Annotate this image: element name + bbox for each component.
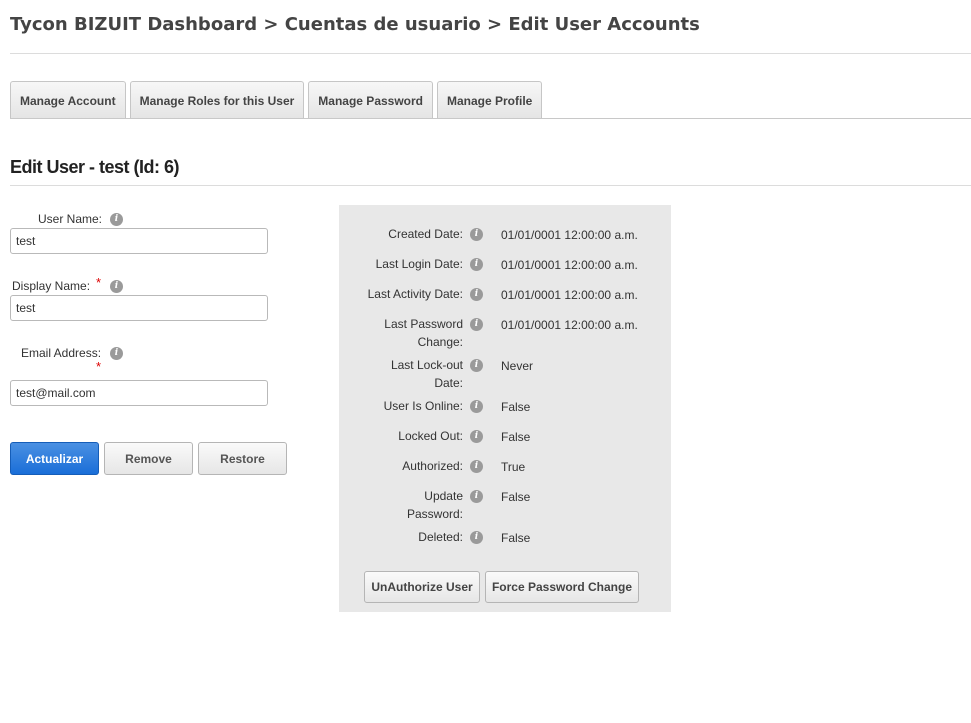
detail-label: Date: (434, 376, 463, 390)
detail-value: 01/01/0001 12:00:00 a.m. (501, 318, 638, 332)
detail-label: Last Activity Date: (367, 287, 463, 301)
username-label: User Name: (38, 212, 103, 226)
tab-manage-password[interactable]: Manage Password (308, 81, 433, 119)
info-icon[interactable]: i (110, 280, 123, 293)
detail-label: Password: (406, 507, 463, 521)
title-divider (10, 185, 971, 186)
detail-value: True (501, 460, 526, 474)
tab-divider (10, 118, 971, 119)
username-field[interactable] (10, 228, 268, 254)
info-icon[interactable]: i (470, 258, 483, 271)
page-title: Edit User - test (Id: 6) (10, 157, 180, 177)
tab-bar: Manage Account Manage Roles for this Use… (10, 81, 543, 119)
force-password-change-button[interactable]: Force Password Change (485, 571, 639, 603)
info-icon[interactable]: i (470, 228, 483, 241)
update-button[interactable]: Actualizar (10, 442, 99, 475)
info-icon[interactable]: i (470, 430, 483, 443)
detail-value: False (501, 400, 531, 414)
detail-value: False (501, 531, 531, 545)
detail-label: Locked Out: (398, 429, 463, 443)
header-divider (10, 53, 971, 54)
detail-label: Update (424, 489, 463, 503)
detail-label: Last Lock-out (390, 358, 463, 372)
displayname-field[interactable] (10, 295, 268, 321)
info-icon[interactable]: i (470, 531, 483, 544)
tab-manage-account[interactable]: Manage Account (10, 81, 126, 119)
detail-label: Created Date: (388, 227, 463, 241)
info-icon[interactable]: i (470, 318, 483, 331)
breadcrumb: Tycon BIZUIT Dashboard > Cuentas de usua… (10, 14, 700, 35)
detail-label: Change: (417, 335, 463, 349)
info-icon[interactable]: i (470, 400, 483, 413)
detail-value: False (501, 430, 531, 444)
tab-manage-roles[interactable]: Manage Roles for this User (129, 81, 305, 119)
detail-label: Last Login Date: (375, 257, 463, 271)
detail-label: Deleted: (418, 530, 463, 544)
detail-label: Last Password (384, 317, 463, 331)
detail-value: False (501, 490, 531, 504)
required-marker: * (96, 275, 102, 290)
info-icon[interactable]: i (470, 288, 483, 301)
email-field[interactable] (10, 380, 268, 406)
required-marker: * (96, 359, 102, 374)
info-icon[interactable]: i (470, 460, 483, 473)
info-icon[interactable]: i (110, 347, 123, 360)
info-icon[interactable]: i (470, 359, 483, 372)
tab-manage-profile[interactable]: Manage Profile (437, 81, 543, 119)
info-icon[interactable]: i (470, 490, 483, 503)
detail-label: Authorized: (402, 459, 463, 473)
unauthorize-user-button[interactable]: UnAuthorize User (364, 571, 480, 603)
remove-button[interactable]: Remove (104, 442, 193, 475)
displayname-label: Display Name: (12, 279, 91, 293)
detail-value: 01/01/0001 12:00:00 a.m. (501, 258, 638, 272)
info-icon[interactable]: i (110, 213, 123, 226)
detail-value: 01/01/0001 12:00:00 a.m. (501, 228, 638, 242)
email-label: Email Address: (21, 346, 102, 360)
user-details-panel: Created Date: i 01/01/0001 12:00:00 a.m.… (339, 205, 671, 612)
detail-value: 01/01/0001 12:00:00 a.m. (501, 288, 638, 302)
detail-value: Never (501, 359, 534, 373)
restore-button[interactable]: Restore (198, 442, 287, 475)
detail-label: User Is Online: (383, 399, 463, 413)
